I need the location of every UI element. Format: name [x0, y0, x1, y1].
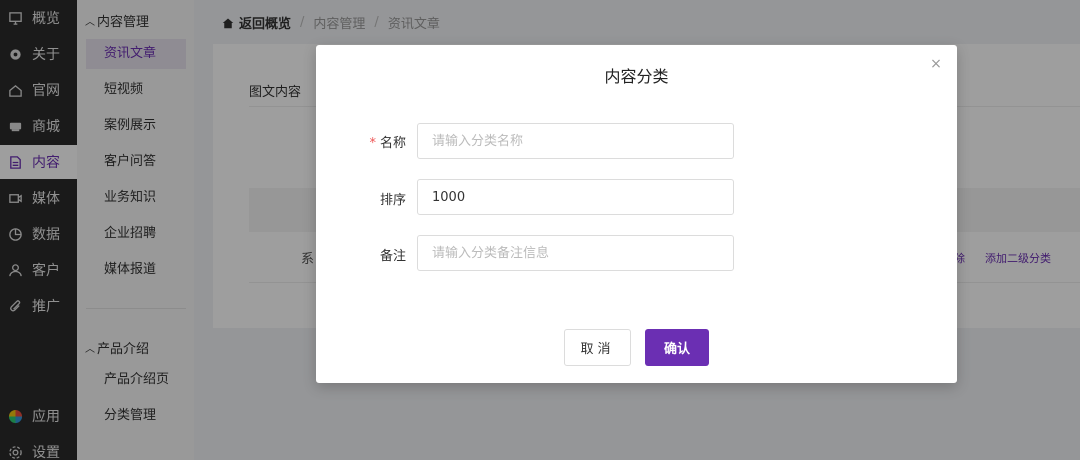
order-input[interactable] — [417, 179, 734, 215]
note-input[interactable] — [417, 235, 734, 271]
close-icon[interactable]: × — [929, 57, 943, 71]
name-label-text: 名称 — [379, 136, 406, 151]
category-name-input[interactable] — [417, 123, 734, 159]
cancel-button[interactable]: 取消 — [564, 329, 631, 366]
order-label: 排序 — [379, 193, 406, 208]
note-label: 备注 — [379, 249, 406, 264]
confirm-button[interactable]: 确认 — [645, 329, 709, 366]
category-dialog: 内容分类 × *名称 排序 备注 取消 确认 — [316, 45, 957, 383]
required-mark: * — [369, 136, 376, 151]
dialog-title: 内容分类 — [604, 67, 669, 86]
name-label: * 名称 — [316, 132, 406, 151]
